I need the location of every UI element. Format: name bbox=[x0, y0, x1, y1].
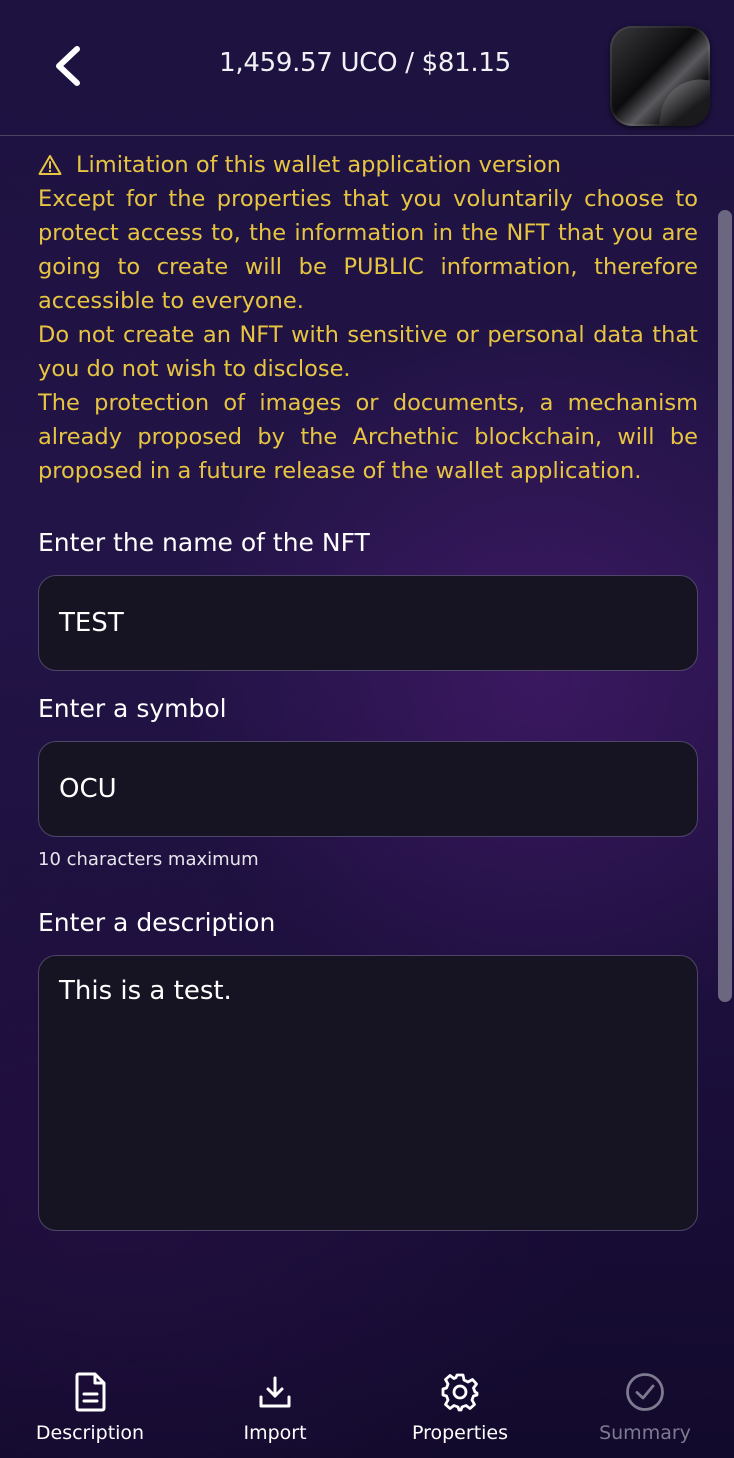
warning-paragraph: The protection of images or documents, a… bbox=[38, 390, 698, 484]
tab-description[interactable]: Description bbox=[0, 1370, 180, 1458]
scrollbar[interactable] bbox=[718, 210, 732, 1002]
description-label: Enter a description bbox=[38, 908, 276, 937]
warning-notice: Limitation of this wallet application ve… bbox=[38, 148, 698, 488]
avatar-fold-decoration bbox=[658, 74, 710, 126]
chevron-left-icon bbox=[56, 46, 80, 86]
bottom-navigation: Description Import Properties Summary bbox=[0, 1360, 734, 1458]
symbol-value: OCU bbox=[59, 774, 117, 804]
nft-name-input[interactable]: TEST bbox=[38, 575, 698, 671]
gear-icon bbox=[440, 1370, 480, 1414]
tab-properties-label: Properties bbox=[411, 1422, 509, 1444]
symbol-label: Enter a symbol bbox=[38, 694, 227, 723]
balance-display: 1,459.57 UCO / $81.15 bbox=[219, 48, 511, 78]
warning-paragraph: Except for the properties that you volun… bbox=[38, 186, 698, 314]
tab-import[interactable]: Import bbox=[185, 1370, 365, 1458]
symbol-hint: 10 characters maximum bbox=[38, 849, 259, 870]
check-circle-icon bbox=[625, 1370, 665, 1414]
warning-title-row: Limitation of this wallet application ve… bbox=[38, 148, 698, 182]
description-value: This is a test. bbox=[59, 976, 232, 1006]
tab-import-label: Import bbox=[243, 1422, 307, 1444]
download-icon bbox=[258, 1370, 292, 1414]
nft-name-value: TEST bbox=[59, 608, 124, 638]
app-header: 1,459.57 UCO / $81.15 bbox=[0, 0, 734, 136]
symbol-input[interactable]: OCU bbox=[38, 741, 698, 837]
nft-name-label: Enter the name of the NFT bbox=[38, 528, 370, 557]
tab-summary-label: Summary bbox=[599, 1422, 691, 1444]
back-button[interactable] bbox=[44, 40, 92, 92]
warning-paragraph: Do not create an NFT with sensitive or p… bbox=[38, 322, 698, 382]
tab-properties[interactable]: Properties bbox=[370, 1370, 550, 1458]
nft-avatar[interactable] bbox=[610, 26, 710, 126]
tab-description-label: Description bbox=[35, 1422, 145, 1444]
document-icon bbox=[73, 1370, 107, 1414]
warning-triangle-icon bbox=[38, 155, 62, 175]
tab-summary[interactable]: Summary bbox=[555, 1370, 734, 1458]
description-textarea[interactable]: This is a test. bbox=[38, 955, 698, 1231]
warning-title: Limitation of this wallet application ve… bbox=[76, 152, 562, 178]
